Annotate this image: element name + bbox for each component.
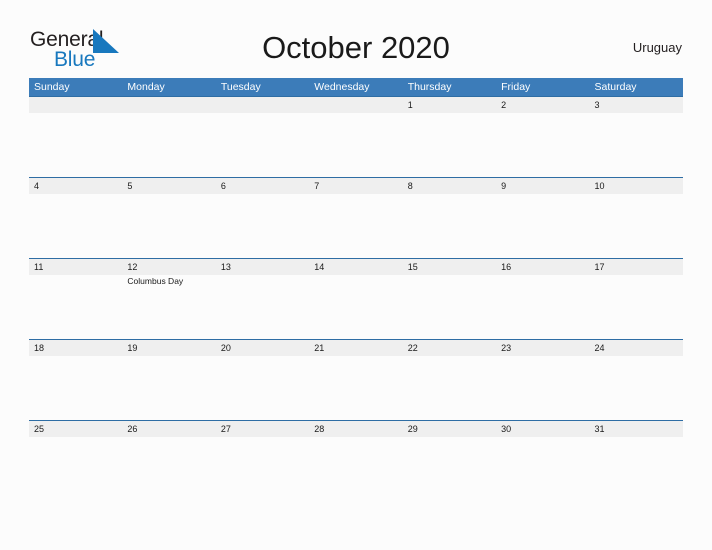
day-cell[interactable] [29, 194, 122, 258]
day-cell[interactable] [309, 113, 402, 177]
date-cell[interactable]: 8 [403, 178, 496, 194]
day-cell[interactable] [309, 437, 402, 501]
day-cell[interactable] [496, 194, 589, 258]
weekday-monday: Monday [127, 81, 165, 93]
day-cell[interactable] [590, 437, 683, 501]
date-cell[interactable] [29, 97, 122, 113]
day-cell[interactable] [216, 356, 309, 420]
day-cell[interactable] [590, 194, 683, 258]
day-cell[interactable] [216, 194, 309, 258]
week-row: 11 12 13 14 15 16 17 Columbus Day [29, 258, 683, 339]
weekday-saturday: Saturday [594, 81, 637, 93]
day-cell[interactable] [496, 437, 589, 501]
date-cell[interactable]: 16 [496, 259, 589, 275]
date-cell[interactable]: 29 [403, 421, 496, 437]
week-row: 18 19 20 21 22 23 24 [29, 339, 683, 420]
date-cell[interactable]: 22 [403, 340, 496, 356]
date-cell[interactable]: 18 [29, 340, 122, 356]
date-cell[interactable]: 15 [403, 259, 496, 275]
date-cell[interactable]: 23 [496, 340, 589, 356]
date-number-strip: 18 19 20 21 22 23 24 [29, 340, 683, 356]
date-cell[interactable]: 17 [590, 259, 683, 275]
day-event-strip [29, 356, 683, 420]
week-row: 4 5 6 7 8 9 10 [29, 177, 683, 258]
weekday-sunday: Sunday [34, 81, 70, 93]
day-cell[interactable] [309, 194, 402, 258]
day-cell[interactable] [403, 275, 496, 339]
event-label: Columbus Day [127, 276, 184, 286]
day-cell[interactable] [309, 275, 402, 339]
date-cell[interactable]: 2 [496, 97, 589, 113]
week-row: 25 26 27 28 29 30 31 [29, 420, 683, 501]
date-cell[interactable]: 5 [122, 178, 215, 194]
date-cell[interactable]: 4 [29, 178, 122, 194]
date-cell[interactable] [216, 97, 309, 113]
date-number-strip: 4 5 6 7 8 9 10 [29, 178, 683, 194]
day-cell[interactable] [29, 437, 122, 501]
day-cell[interactable] [403, 356, 496, 420]
date-cell[interactable]: 24 [590, 340, 683, 356]
calendar-page: General Blue October 2020 Uruguay Sunday… [0, 0, 712, 550]
date-cell[interactable]: 6 [216, 178, 309, 194]
day-cell[interactable] [590, 356, 683, 420]
date-number-strip: 1 2 3 [29, 97, 683, 113]
date-cell[interactable]: 27 [216, 421, 309, 437]
day-event-strip [29, 194, 683, 258]
date-cell[interactable]: 10 [590, 178, 683, 194]
date-cell[interactable]: 28 [309, 421, 402, 437]
page-header: General Blue October 2020 Uruguay [0, 26, 712, 74]
date-cell[interactable]: 7 [309, 178, 402, 194]
date-number-strip: 25 26 27 28 29 30 31 [29, 421, 683, 437]
weekday-header-row: Sunday Monday Tuesday Wednesday Thursday… [29, 78, 683, 96]
weekday-friday: Friday [501, 81, 531, 93]
date-cell[interactable]: 13 [216, 259, 309, 275]
day-cell[interactable] [122, 437, 215, 501]
weekday-wednesday: Wednesday [314, 81, 370, 93]
date-cell[interactable]: 11 [29, 259, 122, 275]
region-label: Uruguay [632, 40, 682, 55]
weekday-thursday: Thursday [407, 81, 452, 93]
weekday-tuesday: Tuesday [220, 81, 261, 93]
date-cell[interactable]: 9 [496, 178, 589, 194]
day-event-strip [29, 113, 683, 177]
day-cell[interactable] [29, 113, 122, 177]
day-cell[interactable] [122, 194, 215, 258]
date-cell[interactable]: 12 [122, 259, 215, 275]
day-cell[interactable] [216, 113, 309, 177]
day-cell[interactable] [403, 113, 496, 177]
day-cell[interactable] [309, 356, 402, 420]
day-cell[interactable] [122, 356, 215, 420]
date-cell[interactable]: 19 [122, 340, 215, 356]
day-cell[interactable] [403, 194, 496, 258]
day-cell[interactable] [29, 356, 122, 420]
date-cell[interactable] [122, 97, 215, 113]
day-cell[interactable] [496, 356, 589, 420]
day-cell[interactable] [122, 113, 215, 177]
date-cell[interactable]: 20 [216, 340, 309, 356]
week-row: 1 2 3 [29, 96, 683, 177]
page-title: October 2020 [262, 30, 450, 65]
date-number-strip: 11 12 13 14 15 16 17 [29, 259, 683, 275]
date-cell[interactable]: 1 [403, 97, 496, 113]
date-cell[interactable]: 3 [590, 97, 683, 113]
date-cell[interactable]: 26 [122, 421, 215, 437]
day-cell[interactable] [590, 275, 683, 339]
day-cell[interactable] [216, 437, 309, 501]
date-cell[interactable] [309, 97, 402, 113]
calendar-grid: Sunday Monday Tuesday Wednesday Thursday… [29, 78, 683, 501]
day-cell[interactable] [216, 275, 309, 339]
date-cell[interactable]: 25 [29, 421, 122, 437]
day-cell[interactable] [496, 275, 589, 339]
day-cell[interactable] [403, 437, 496, 501]
day-cell[interactable] [29, 275, 122, 339]
date-cell[interactable]: 30 [496, 421, 589, 437]
date-cell[interactable]: 21 [309, 340, 402, 356]
day-cell[interactable]: Columbus Day [122, 275, 215, 339]
day-event-strip [29, 437, 683, 501]
date-cell[interactable]: 14 [309, 259, 402, 275]
day-cell[interactable] [590, 113, 683, 177]
day-cell[interactable] [496, 113, 589, 177]
day-event-strip: Columbus Day [29, 275, 683, 339]
date-cell[interactable]: 31 [590, 421, 683, 437]
